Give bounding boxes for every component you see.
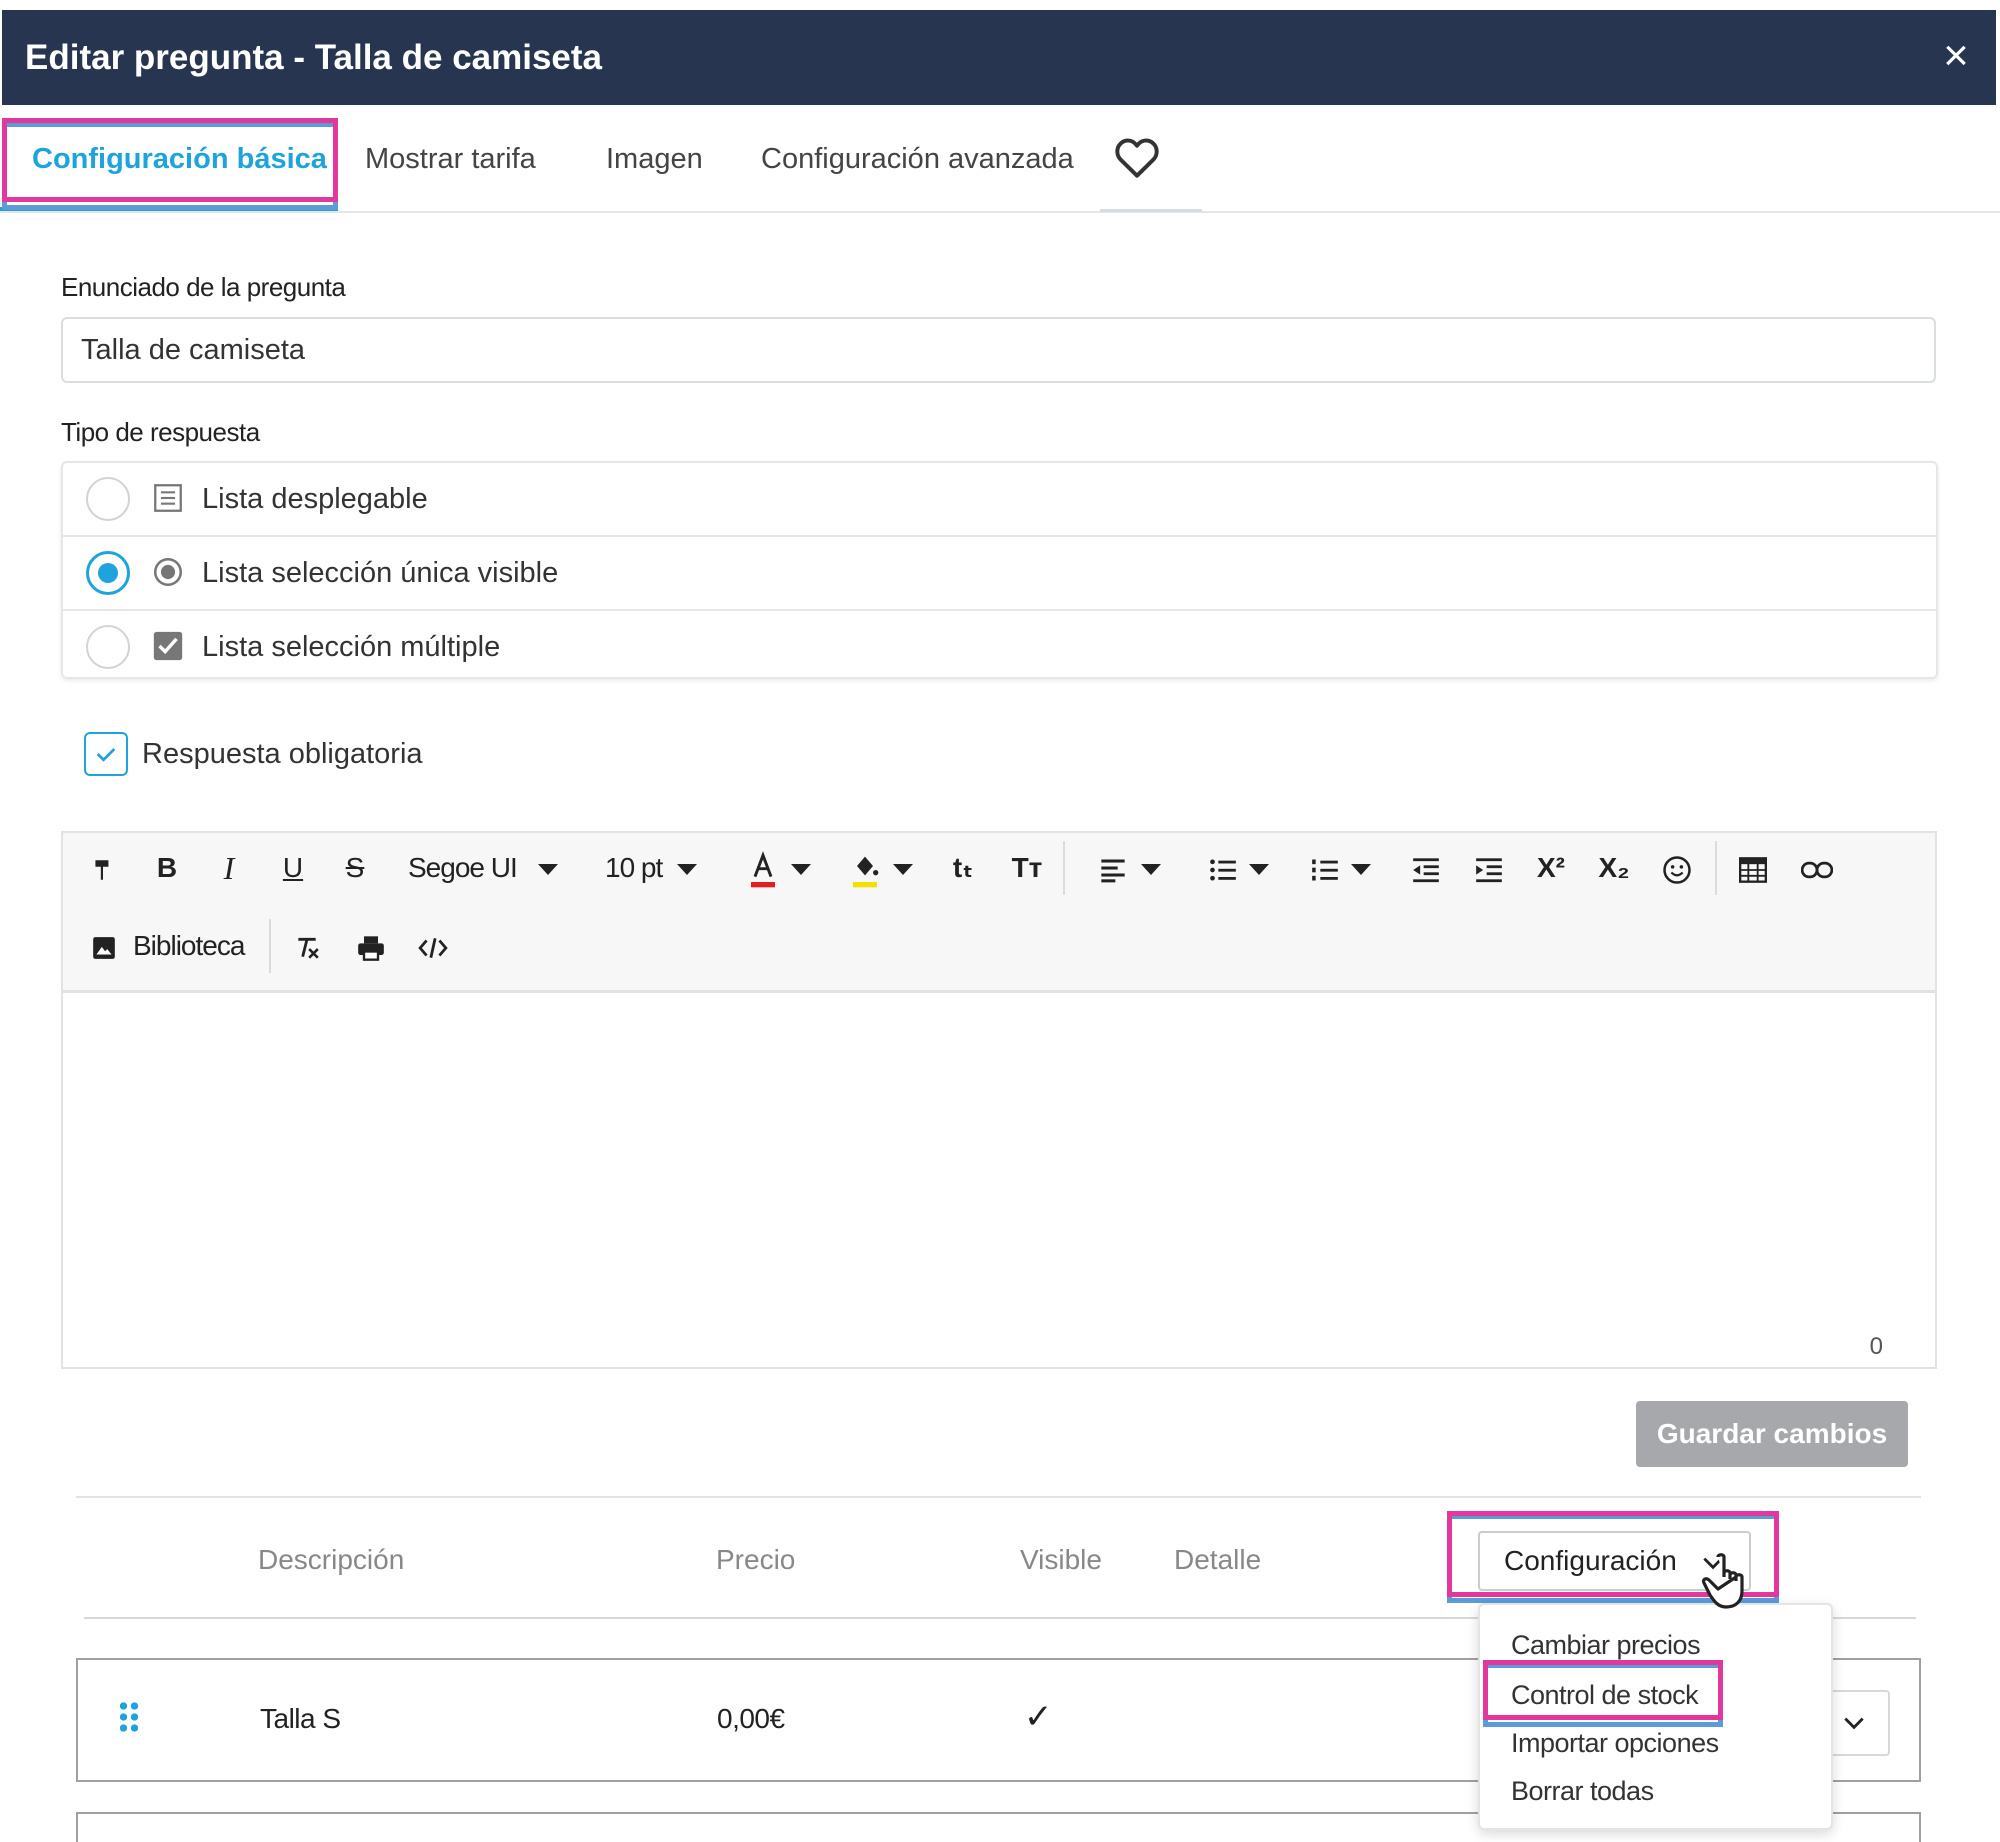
answer-type-label: Tipo de respuesta [61,417,260,447]
column-header-visible: Visible [1020,1544,1102,1575]
bullet-list-icon[interactable] [1203,843,1243,893]
numbered-list-icon[interactable] [1305,843,1345,893]
answer-type-option-dropdown[interactable]: Lista desplegable [63,463,1936,535]
format-painter-icon[interactable] [83,843,123,893]
row-visible-check: ✓ [1024,1698,1053,1736]
dialog-header: Editar pregunta - Talla de camiseta × [2,10,1996,105]
link-icon[interactable] [1797,843,1837,893]
radio-button[interactable] [86,477,130,521]
strikethrough-icon[interactable]: S [335,843,375,893]
chevron-down-icon[interactable] [1349,843,1373,893]
column-header-detail: Detalle [1174,1544,1262,1575]
clear-format-icon[interactable] [287,921,327,971]
heart-icon[interactable] [1112,133,1162,183]
save-changes-button[interactable]: Guardar cambios [1636,1401,1908,1467]
question-input[interactable]: Talla de camiseta [61,317,1936,383]
emoji-icon[interactable] [1657,843,1697,893]
library-button[interactable]: Biblioteca [133,921,253,971]
checkbox-icon [153,631,183,661]
active-tab-highlight-pink [2,118,338,202]
chevron-down-icon[interactable] [536,843,560,893]
outdent-icon[interactable] [1406,843,1446,893]
chevron-down-icon[interactable] [789,843,813,893]
lowercase-icon[interactable]: tₜ [943,843,983,893]
toolbar-separator [1715,841,1717,895]
tab-configuracion-avanzada[interactable]: Configuración avanzada [761,105,1074,213]
chevron-down-icon[interactable] [675,843,699,893]
dialog-title: Editar pregunta - Talla de camiseta [25,38,603,77]
chevron-down-icon[interactable] [1139,843,1163,893]
editor-toolbar: B I U S Segoe UI 10 pt tₜ Tт X² X₂ Bibli… [63,833,1935,993]
toolbar-separator [269,919,271,973]
answer-type-group: Lista desplegable Lista selección única … [61,461,1938,679]
subscript-icon[interactable]: X₂ [1594,843,1634,893]
highlight-color-icon[interactable] [845,843,885,893]
tab-imagen[interactable]: Imagen [606,105,703,213]
indent-icon[interactable] [1469,843,1509,893]
row-price: 0,00€ [717,1703,785,1734]
required-label: Respuesta obligatoria [142,738,423,770]
required-checkbox[interactable] [84,732,128,776]
stock-control-highlight-pink [1483,1660,1723,1720]
answer-type-option-multiple[interactable]: Lista selección múltiple [63,609,1936,681]
radio-button-checked[interactable] [86,551,130,595]
answer-type-label-text: Lista selección única visible [202,557,559,589]
column-header-description: Descripción [258,1544,405,1575]
answer-type-option-single[interactable]: Lista selección única visible [63,535,1936,607]
rich-text-editor: B I U S Segoe UI 10 pt tₜ Tт X² X₂ Bibli… [61,831,1937,1369]
menu-item-change-prices[interactable]: Cambiar precios [1511,1625,1701,1665]
column-header-price: Precio [716,1544,796,1575]
radio-button[interactable] [86,625,130,669]
radio-icon [153,557,183,587]
print-icon[interactable] [351,921,391,971]
source-code-icon[interactable] [413,921,453,971]
close-icon[interactable]: × [1926,26,1986,86]
font-size-select[interactable]: 10 pt [605,843,675,893]
character-count: 0 [1869,1333,1883,1360]
drag-handle-icon[interactable] [118,1700,140,1734]
underline-icon[interactable]: U [273,843,313,893]
table-icon[interactable] [1733,843,1773,893]
answer-type-label-text: Lista desplegable [202,483,428,515]
heart-tab-underline [1100,209,1202,212]
superscript-icon[interactable]: X² [1531,843,1571,893]
check-icon [96,748,116,762]
font-family-select[interactable]: Segoe UI [408,843,518,893]
question-label: Enunciado de la pregunta [61,272,346,302]
hand-cursor-icon [1701,1553,1744,1609]
text-color-icon[interactable] [743,843,783,893]
row-description: Talla S [260,1703,341,1734]
chevron-down-icon[interactable] [1247,843,1271,893]
image-icon[interactable] [89,921,119,971]
list-icon [154,484,182,512]
italic-icon[interactable]: I [209,843,249,893]
menu-item-delete-all[interactable]: Borrar todas [1511,1771,1654,1811]
answer-type-label-text: Lista selección múltiple [202,631,501,663]
toolbar-separator [1063,841,1065,895]
align-left-icon[interactable] [1093,843,1133,893]
chevron-down-icon[interactable] [891,843,915,893]
menu-item-import-options[interactable]: Importar opciones [1511,1723,1719,1763]
bold-icon[interactable]: B [147,843,187,893]
uppercase-icon[interactable]: Tт [1007,843,1047,893]
divider [76,1496,1921,1498]
tab-mostrar-tarifa[interactable]: Mostrar tarifa [365,105,536,213]
chevron-down-icon [1844,1717,1864,1730]
